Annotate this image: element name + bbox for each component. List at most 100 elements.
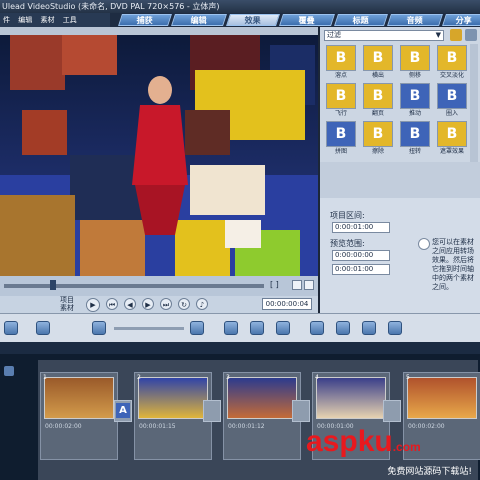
transition-letter: B [437,45,467,71]
duration-label: 项目区间: [330,211,365,220]
folder-icon[interactable] [450,29,462,41]
link-icon[interactable] [310,321,324,335]
timeline-view-icon[interactable] [36,321,50,335]
transition-slot-1[interactable]: A [114,400,132,422]
category-dropdown[interactable]: 过滤 ▼ [324,30,444,41]
volume-button[interactable]: ♪ [196,298,208,310]
repeat-button[interactable]: ↻ [178,298,190,310]
timeline-clip[interactable]: 3 00:00:01:12 [223,372,301,460]
undo-icon[interactable] [92,321,106,335]
clip-thumbnail [316,377,386,419]
preview-image [0,35,318,276]
clip-number: 4 [315,374,319,381]
clip-duration: 00:00:01:15 [139,423,176,430]
transition-thumb[interactable]: B 溶点 [324,45,358,81]
step-title[interactable]: 标题 [334,14,388,26]
next-frame-button[interactable]: ▶ [142,298,154,310]
ripple-edit-icon[interactable] [388,321,402,335]
step-overlay[interactable]: 覆叠 [279,14,335,26]
library-menu-icon[interactable] [465,29,477,41]
step-edit[interactable]: 编辑 [171,14,227,26]
track-manager-icon[interactable] [336,321,350,335]
transition-thumb[interactable]: B 横出 [361,45,395,81]
mode-clip-label[interactable]: 素材 [60,304,74,312]
transition-label: 圈入 [445,110,458,117]
transition-letter: B [326,83,356,109]
range-start-field[interactable]: 0:00:00:00 [332,250,390,261]
scrub-track[interactable] [4,284,264,288]
timeline-clip[interactable]: 1 00:00:02:00 [40,372,118,460]
zoom-slider[interactable] [114,327,184,330]
clip-thumbnail [44,377,114,419]
library-panel: 过滤 ▼ B 溶点 B 横出 B 侧移 B 交叉淡化 B 飞行 B 翻页 B 推动 B 圈入 B 拼图 B 擦除 B 扭转… [320,27,480,162]
mute-icon[interactable] [276,321,290,335]
hint-text: 您可以在素材之间应用转场效果。然后将它拖到时间轴中的两个素材之间。 [432,238,474,291]
timecode-display[interactable]: 00:00:00:04 [262,298,312,310]
transition-thumb[interactable]: B 侧移 [398,45,432,81]
preview-window [0,35,318,276]
transition-label: 扭转 [408,148,421,155]
transition-slot-3[interactable] [292,400,310,422]
window-title: Ulead VideoStudio (未命名, DVD PAL 720×576 … [2,2,220,11]
transition-thumb[interactable]: B 翻页 [361,83,395,119]
fit-project-icon[interactable] [224,321,238,335]
transition-label: 翻页 [371,110,384,117]
library-scrollbar[interactable] [470,44,478,162]
transition-slot-4[interactable] [383,400,401,422]
preview-frame-top [0,27,318,35]
watermark-tagline: 免费网站源码下载站! [387,467,472,477]
home-button[interactable]: ⏮ [106,298,118,310]
prev-frame-button[interactable]: ◀ [124,298,136,310]
transition-letter: B [437,83,467,109]
step-share[interactable]: 分享 [442,14,480,26]
library-footer [320,162,480,198]
chapter-icon[interactable] [362,321,376,335]
smart-proxy-icon[interactable] [250,321,264,335]
transition-letter: B [326,121,356,147]
range-end-field[interactable]: 0:00:01:00 [332,264,390,275]
timeline-ruler [0,342,480,354]
transition-thumb[interactable]: B 交叉淡化 [435,45,469,81]
menu-file[interactable]: 件 [3,16,10,24]
transition-thumb[interactable]: B 推动 [398,83,432,119]
transition-thumb[interactable]: B 圈入 [435,83,469,119]
window-title-bar: Ulead VideoStudio (未命名, DVD PAL 720×576 … [0,0,480,13]
transition-label: 推动 [408,110,421,117]
transition-thumb[interactable]: B 遮罩效果 [435,121,469,157]
step-capture[interactable]: 捕获 [118,14,172,26]
mode-project-label[interactable]: 项目 [60,296,74,304]
workflow-steps: 捕获 编辑 效果 覆叠 标题 音频 分享 [110,13,480,27]
storyboard-view-icon[interactable] [4,321,18,335]
transition-label: 飞行 [334,110,347,117]
step-audio[interactable]: 音频 [387,14,443,26]
scrub-bar[interactable]: [ ] [0,276,318,296]
trim-markers[interactable]: [ ] [270,280,288,289]
menu-bar: 件 编辑 素材 工具 [0,13,110,27]
clip-number: 1 [43,374,47,381]
transition-letter: B [400,45,430,71]
clip-duration: 00:00:02:00 [45,423,82,430]
transition-thumb[interactable]: B 擦除 [361,121,395,157]
mode-labels: 项目 素材 [60,296,74,312]
snapshot-icon[interactable] [292,280,302,290]
play-button[interactable]: ▶ [86,298,100,312]
menu-edit[interactable]: 编辑 [18,16,32,24]
enlarge-icon[interactable] [304,280,314,290]
video-track-icon[interactable] [4,366,14,376]
transition-letter: B [363,45,393,71]
menu-tools[interactable]: 工具 [63,16,77,24]
transition-label: 擦除 [371,148,384,155]
transition-thumb[interactable]: B 拼图 [324,121,358,157]
end-button[interactable]: ⏭ [160,298,172,310]
transition-thumb[interactable]: B 飞行 [324,83,358,119]
transition-slot-2[interactable] [203,400,221,422]
transition-label: 横出 [371,72,384,79]
zoom-in-icon[interactable] [190,321,204,335]
menu-clip[interactable]: 素材 [40,16,54,24]
duration-field[interactable]: 0:00:01:00 [332,222,390,233]
step-effects[interactable]: 效果 [226,14,280,26]
watermark-brand: aspku [306,425,393,458]
timeline-clip[interactable]: 2 00:00:01:15 [134,372,212,460]
transition-thumb[interactable]: B 扭转 [398,121,432,157]
scrub-handle[interactable] [50,280,56,290]
